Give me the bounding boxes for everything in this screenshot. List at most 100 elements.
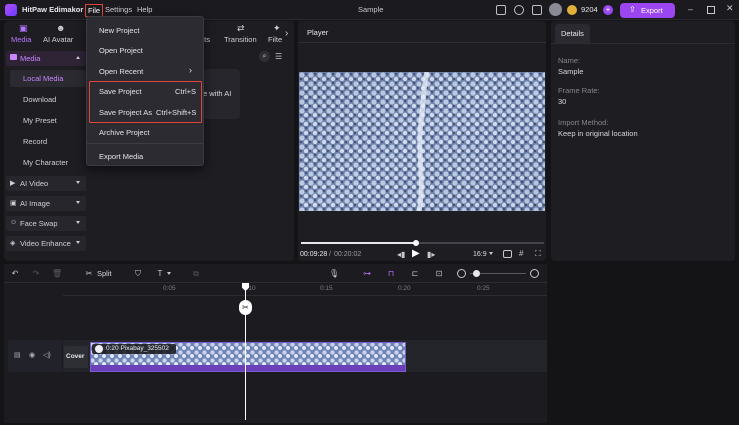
menu-divider xyxy=(87,143,203,144)
name-label: Name: xyxy=(558,56,581,65)
tab-filter[interactable]: ✦ Filte xyxy=(268,23,284,45)
menu-help[interactable]: Help xyxy=(135,4,154,15)
sidebar-group-face-swap[interactable]: ☺ Face Swap xyxy=(6,216,86,231)
maximize-icon[interactable] xyxy=(707,6,715,14)
magnet-icon[interactable]: ⊓ xyxy=(386,269,396,278)
snapshot-icon[interactable] xyxy=(503,250,512,258)
sidebar-item-my-character[interactable]: My Character xyxy=(6,154,86,171)
sidebar-group-video-enhance[interactable]: ◈ Video Enhance xyxy=(6,236,86,251)
app-name: HitPaw Edimakor xyxy=(22,5,84,14)
tab-media[interactable]: ▣ Media xyxy=(10,23,38,45)
notification-icon[interactable] xyxy=(514,5,524,15)
crop-icon[interactable]: ⧉ xyxy=(191,269,201,278)
sidebar-item-my-preset[interactable]: My Preset xyxy=(6,112,86,129)
import-method-value: Keep in original location xyxy=(558,129,638,138)
zoom-in-icon[interactable] xyxy=(530,269,539,278)
play-icon[interactable]: ▶ xyxy=(412,248,420,259)
frame-rate-value: 30 xyxy=(558,97,567,106)
clip-play-icon xyxy=(95,345,103,353)
chevron-down-icon xyxy=(76,221,80,224)
layout-icon[interactable] xyxy=(496,5,506,15)
media-icon: ▣ xyxy=(19,23,28,33)
link-icon[interactable]: ⊶ xyxy=(362,269,372,278)
cover-button[interactable]: Cover xyxy=(64,346,88,368)
zoom-slider-handle[interactable] xyxy=(473,270,480,277)
tabs-next-icon[interactable]: › xyxy=(285,28,288,39)
menu-item-new-project[interactable]: New Project xyxy=(99,26,139,35)
prev-frame-icon[interactable]: ◂▮ xyxy=(397,250,405,259)
sidebar-item-local-media[interactable]: Local Media xyxy=(10,70,86,87)
chevron-down-icon xyxy=(489,252,493,255)
ruler-tick: 0:25 xyxy=(477,285,490,292)
snap-icon[interactable]: ⊏ xyxy=(410,269,420,278)
sidebar-group-media[interactable]: Media xyxy=(6,51,86,66)
sidebar-group-ai-image[interactable]: ▣ AI Image xyxy=(6,196,86,211)
fit-icon[interactable]: ⊡ xyxy=(434,269,444,278)
video-preview xyxy=(299,72,545,211)
tab-ai-avatar[interactable]: ☻ AI Avatar xyxy=(43,23,77,45)
list-view-icon[interactable]: ☰ xyxy=(275,52,285,61)
current-time: 00:09:28 xyxy=(300,251,328,258)
microphone-icon[interactable]: 🎙 xyxy=(329,269,339,278)
redo-icon[interactable]: ↷ xyxy=(31,269,41,278)
folder-icon xyxy=(10,54,17,60)
menu-item-export-media[interactable]: Export Media xyxy=(99,152,143,161)
transition-icon: ⇄ xyxy=(237,23,245,33)
total-time: 00:20:02 xyxy=(334,251,362,258)
search-icon[interactable]: ⌕ xyxy=(259,51,270,62)
filter-icon: ✦ xyxy=(273,23,281,33)
player-divider xyxy=(298,42,546,43)
menu-item-open-project[interactable]: Open Project xyxy=(99,46,143,55)
app-logo-icon xyxy=(5,4,17,16)
add-credits-icon[interactable]: + xyxy=(603,5,613,15)
sidebar-item-record[interactable]: Record xyxy=(6,133,86,150)
split-button[interactable]: Split xyxy=(97,269,112,278)
shortcut-save: Ctrl+S xyxy=(175,87,197,96)
split-marker-icon[interactable]: ✂ xyxy=(239,300,252,315)
name-value: Sample xyxy=(558,67,584,76)
menu-item-save-project-as[interactable]: Save Project As xyxy=(99,108,152,117)
lock-icon[interactable]: ▤ xyxy=(14,351,21,359)
tab-transition[interactable]: ⇄ Transition xyxy=(223,23,261,45)
text-icon[interactable]: T xyxy=(155,269,165,278)
player-progress-track[interactable] xyxy=(301,240,544,246)
ai-image-icon: ▣ xyxy=(10,200,17,207)
timeline-ruler[interactable] xyxy=(63,283,547,296)
track-header: ▤ ◉ ◁) xyxy=(8,340,62,372)
export-icon: ⇪ xyxy=(629,5,636,14)
next-frame-icon[interactable]: ▮▸ xyxy=(427,250,435,259)
face-swap-icon: ☺ xyxy=(10,219,18,226)
avatar[interactable] xyxy=(549,3,562,16)
fullscreen-icon[interactable]: ⛶ xyxy=(535,249,541,259)
menu-item-open-recent[interactable]: Open Recent xyxy=(99,67,143,76)
sidebar-group-label: Video Enhance xyxy=(20,239,71,248)
undo-icon[interactable]: ↶ xyxy=(10,269,20,278)
frame-rate-label: Frame Rate: xyxy=(558,86,600,95)
shield-icon[interactable]: ⛉ xyxy=(133,269,143,278)
aspect-ratio-select[interactable]: 16:9 xyxy=(473,251,487,258)
chevron-down-icon xyxy=(76,241,80,244)
menu-item-archive-project[interactable]: Archive Project xyxy=(99,128,149,137)
tab-details[interactable]: Details xyxy=(555,24,590,43)
grid-icon[interactable]: # xyxy=(519,249,523,258)
file-menu-dropdown: New Project Open Project Open Recent › S… xyxy=(86,16,204,166)
zoom-out-icon[interactable] xyxy=(457,269,466,278)
minimize-icon[interactable]: – xyxy=(688,4,693,14)
close-icon[interactable]: ✕ xyxy=(726,3,734,14)
download-icon[interactable] xyxy=(532,5,542,15)
tab-details-label: Details xyxy=(561,29,584,38)
sidebar-item-download[interactable]: Download xyxy=(6,91,86,108)
sidebar-group-ai-video[interactable]: ▶ AI Video xyxy=(6,176,86,191)
ruler-tick: 0:15 xyxy=(320,285,333,292)
speaker-icon[interactable]: ◁) xyxy=(43,351,51,359)
ruler-tick: 0:20 xyxy=(398,285,411,292)
split-icon[interactable]: ✂ xyxy=(84,269,94,278)
menu-item-save-project[interactable]: Save Project xyxy=(99,87,142,96)
delete-icon[interactable]: 🗑 xyxy=(52,269,62,278)
export-button[interactable]: ⇪ Export xyxy=(620,3,675,18)
chevron-up-icon xyxy=(76,56,80,59)
shortcut-save-as: Ctrl+Shift+S xyxy=(156,108,197,117)
sidebar-group-label: AI Video xyxy=(20,179,49,188)
menu-settings[interactable]: Settings xyxy=(103,4,134,15)
eye-icon[interactable]: ◉ xyxy=(29,351,35,359)
